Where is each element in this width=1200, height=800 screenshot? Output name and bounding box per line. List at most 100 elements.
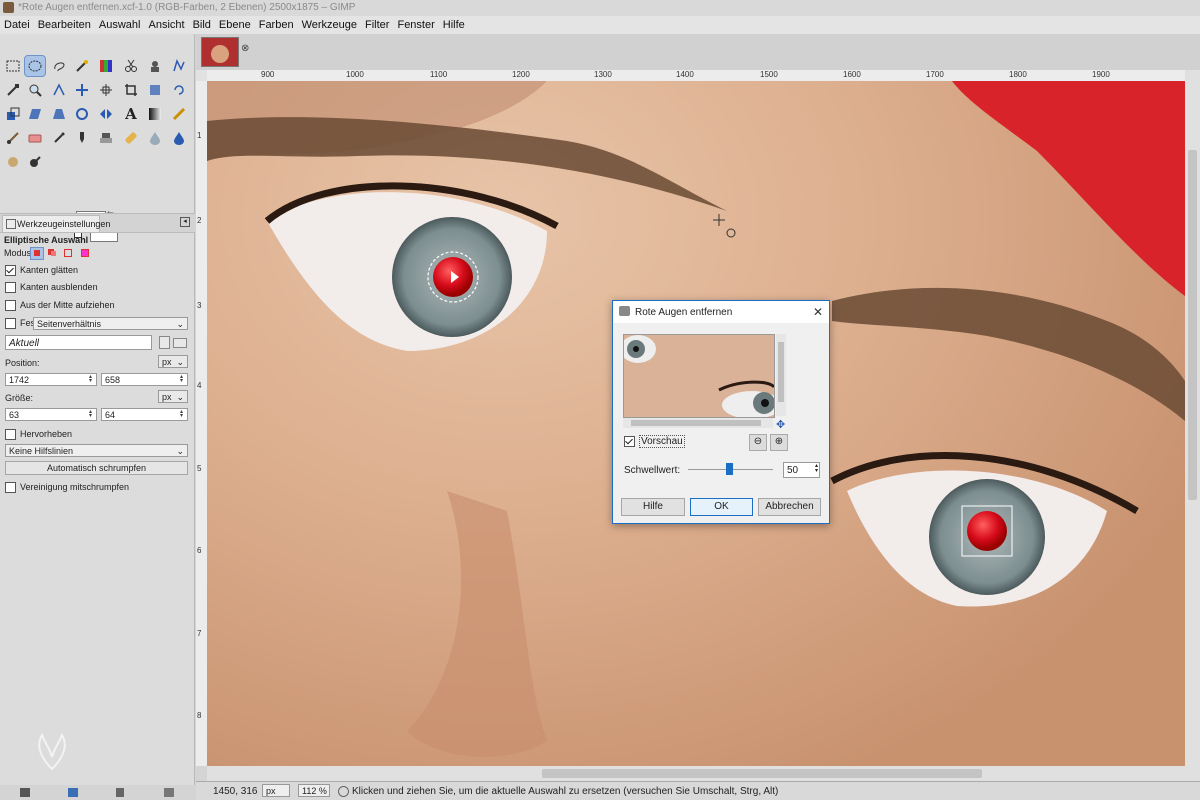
menu-auswahl[interactable]: Auswahl <box>99 19 141 31</box>
position-unit-dropdown[interactable]: px ⌄ <box>158 355 188 368</box>
expand-center-checkbox[interactable] <box>5 300 16 312</box>
delete-options-icon[interactable] <box>116 788 124 797</box>
scale-icon[interactable] <box>3 104 23 124</box>
rotate-icon[interactable] <box>169 80 189 100</box>
menu-ebene[interactable]: Ebene <box>219 19 251 31</box>
menu-farben[interactable]: Farben <box>259 19 294 31</box>
menu-werkzeuge[interactable]: Werkzeuge <box>302 19 357 31</box>
spinner-icon[interactable]: ▴ ▾ <box>815 463 818 474</box>
foreground-select-icon[interactable] <box>145 56 165 76</box>
save-options-icon[interactable] <box>20 788 30 797</box>
expand-center-row[interactable]: Aus der Mitte aufziehen <box>5 300 115 312</box>
dialog-preview-image[interactable] <box>623 334 775 418</box>
menu-bearbeiten[interactable]: Bearbeiten <box>38 19 91 31</box>
shrink-merged-row[interactable]: Vereinigung mitschrumpfen <box>5 482 129 494</box>
move-icon[interactable] <box>72 80 92 100</box>
ink-icon[interactable] <box>72 128 92 148</box>
horizontal-scroll-thumb[interactable] <box>542 769 982 778</box>
spinner-icon[interactable]: ▴ ▾ <box>89 374 95 384</box>
menu-bild[interactable]: Bild <box>193 19 211 31</box>
shrink-merged-checkbox[interactable] <box>5 482 16 494</box>
color-picker-icon[interactable] <box>3 80 23 100</box>
paintbrush-icon[interactable] <box>3 128 23 148</box>
text-icon[interactable]: A <box>121 104 141 124</box>
navigate-icon[interactable] <box>1185 766 1200 781</box>
panel-menu-icon[interactable]: ◂ <box>180 217 190 227</box>
bucket-fill-icon[interactable] <box>25 152 45 172</box>
size-unit-dropdown[interactable]: px ⌄ <box>158 390 188 403</box>
lasso-icon[interactable] <box>49 56 69 76</box>
dialog-title-bar[interactable]: Rote Augen entfernen ✕ <box>613 301 829 323</box>
menu-fenster[interactable]: Fenster <box>397 19 434 31</box>
ellipse-select-icon[interactable] <box>24 55 46 77</box>
zoom-out-icon[interactable]: ⊖ <box>749 434 767 451</box>
image-thumbnail-tab[interactable] <box>201 37 239 67</box>
landscape-icon[interactable] <box>173 338 187 348</box>
preview-row[interactable]: Vorschau <box>624 435 685 449</box>
position-x-input[interactable]: 1742 ▴ ▾ <box>5 373 97 386</box>
color-select-icon[interactable] <box>96 56 116 76</box>
pencil-icon[interactable] <box>169 104 189 124</box>
feather-row[interactable]: Kanten ausblenden <box>5 282 98 294</box>
antialias-row[interactable]: Kanten glätten <box>5 265 78 277</box>
shear-icon[interactable] <box>25 104 45 124</box>
perspective-icon[interactable] <box>49 104 69 124</box>
autoshrink-button[interactable]: Automatisch schrumpfen <box>5 461 188 475</box>
blur-icon[interactable] <box>145 128 165 148</box>
threshold-input[interactable]: 50 ▴ ▾ <box>783 462 820 478</box>
highlight-row[interactable]: Hervorheben <box>5 429 72 441</box>
clone-icon[interactable] <box>96 128 116 148</box>
portrait-icon[interactable] <box>159 336 170 349</box>
preview-checkbox[interactable] <box>624 436 635 447</box>
vertical-scrollbar[interactable] <box>1185 70 1200 766</box>
close-tab-icon[interactable]: ⊗ <box>241 43 249 54</box>
crop-icon[interactable] <box>121 80 141 100</box>
feather-checkbox[interactable] <box>5 282 16 294</box>
horizontal-scrollbar[interactable] <box>207 766 1185 781</box>
zoom-icon[interactable] <box>25 80 45 100</box>
mode-intersect-icon[interactable] <box>78 247 90 258</box>
antialias-checkbox[interactable] <box>5 265 16 277</box>
ruler-corner-icon[interactable] <box>196 70 207 81</box>
threshold-slider-thumb[interactable] <box>726 463 733 475</box>
position-y-input[interactable]: 658 ▴ ▾ <box>101 373 188 386</box>
spinner-icon[interactable]: ▴ ▾ <box>180 374 186 384</box>
dodge-burn-icon[interactable] <box>3 152 23 172</box>
zoom-dropdown[interactable]: 112 % <box>298 784 330 797</box>
highlight-checkbox[interactable] <box>5 429 16 441</box>
help-button[interactable]: Hilfe <box>621 498 685 516</box>
aspect-input[interactable]: Aktuell <box>5 335 152 350</box>
preview-vertical-scrollbar[interactable] <box>776 334 786 416</box>
smudge-icon[interactable] <box>169 128 189 148</box>
cancel-button[interactable]: Abbrechen <box>758 498 821 516</box>
close-icon[interactable]: ✕ <box>813 305 823 319</box>
heal-icon[interactable] <box>121 128 141 148</box>
eraser-icon[interactable] <box>25 128 45 148</box>
navigate-move-icon[interactable]: ✥ <box>776 418 785 431</box>
fixed-mode-dropdown[interactable]: Seitenverhältnis ⌄ <box>33 317 188 330</box>
fuzzy-select-icon[interactable] <box>72 56 92 76</box>
scissors-icon[interactable] <box>121 56 141 76</box>
measure-icon[interactable] <box>49 80 69 100</box>
restore-options-icon[interactable] <box>68 788 78 797</box>
zoom-in-icon[interactable]: ⊕ <box>770 434 788 451</box>
mode-subtract-icon[interactable] <box>62 247 74 258</box>
tab-tool-options[interactable]: Werkzeugeinstellungen <box>2 215 110 232</box>
menu-hilfe[interactable]: Hilfe <box>443 19 465 31</box>
menu-ansicht[interactable]: Ansicht <box>148 19 184 31</box>
menu-filter[interactable]: Filter <box>365 19 389 31</box>
airbrush-icon[interactable] <box>49 128 69 148</box>
unit-dropdown[interactable]: px <box>262 784 290 797</box>
vertical-scroll-thumb[interactable] <box>1188 150 1197 500</box>
size-height-input[interactable]: 64 ▴ ▾ <box>101 408 188 421</box>
flip-icon[interactable] <box>96 104 116 124</box>
ok-button[interactable]: OK <box>690 498 753 516</box>
reset-options-icon[interactable] <box>164 788 174 797</box>
guides-dropdown[interactable]: Keine Hilfslinien ⌄ <box>5 444 188 457</box>
fixed-checkbox[interactable] <box>5 318 16 330</box>
mode-add-icon[interactable] <box>46 247 58 258</box>
align-icon[interactable] <box>96 80 116 100</box>
spinner-icon[interactable]: ▴ ▾ <box>180 409 186 419</box>
mode-replace-icon[interactable] <box>30 247 44 260</box>
size-width-input[interactable]: 63 ▴ ▾ <box>5 408 97 421</box>
